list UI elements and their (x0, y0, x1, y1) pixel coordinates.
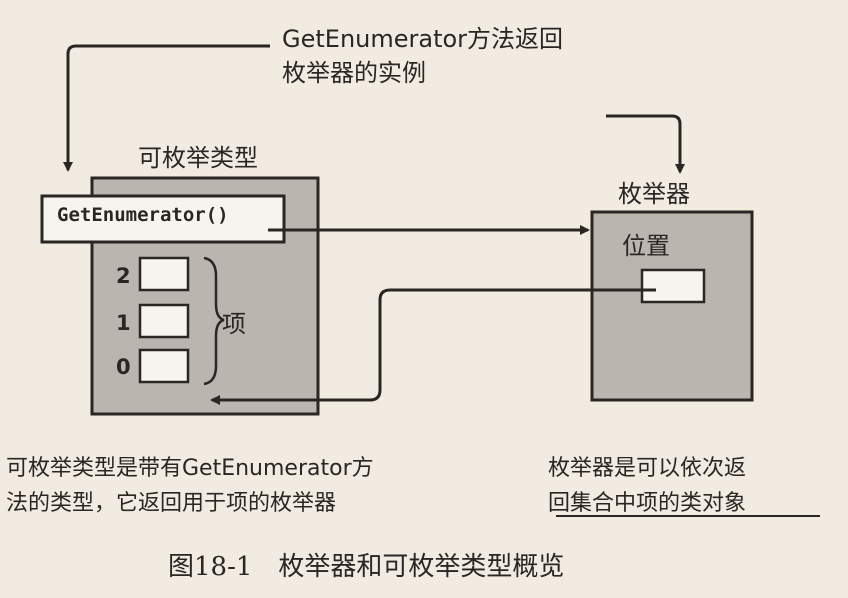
item-index-label: 0 (116, 355, 131, 379)
enumerator-box (590, 210, 754, 402)
right-description-line-1: 枚举器是可以依次返 (548, 456, 747, 481)
left-description-line-2: 法的类型，它返回用于项的枚举器 (6, 491, 337, 516)
position-box (640, 268, 706, 304)
callout-line-2: 枚举器的实例 (282, 59, 426, 87)
item-slot-0 (138, 348, 190, 384)
figure: GetEnumerator方法返回 枚举器的实例 可枚举类型 GetEnumer… (0, 0, 848, 598)
right-description-line-2: 回集合中项的类对象 (548, 491, 747, 516)
callout-line-1: GetEnumerator方法返回 (282, 25, 564, 53)
left-description-line-1: 可枚举类型是带有GetEnumerator方 (6, 456, 374, 481)
figure-caption: 图18-1 枚举器和可枚举类型概览 (168, 552, 565, 582)
enumerator-title-arrow (606, 114, 685, 174)
position-label: 位置 (622, 232, 670, 260)
enumerable-type-title: 可枚举类型 (138, 144, 258, 172)
enumerator-title: 枚举器 (618, 180, 690, 208)
item-index-label: 2 (116, 264, 131, 288)
item-slot-1 (138, 303, 190, 339)
items-label: 项 (222, 310, 246, 338)
item-index-label: 1 (116, 311, 131, 335)
item-slot-2 (138, 256, 190, 292)
get-enumerator-method-label: GetEnumerator() (57, 204, 229, 226)
